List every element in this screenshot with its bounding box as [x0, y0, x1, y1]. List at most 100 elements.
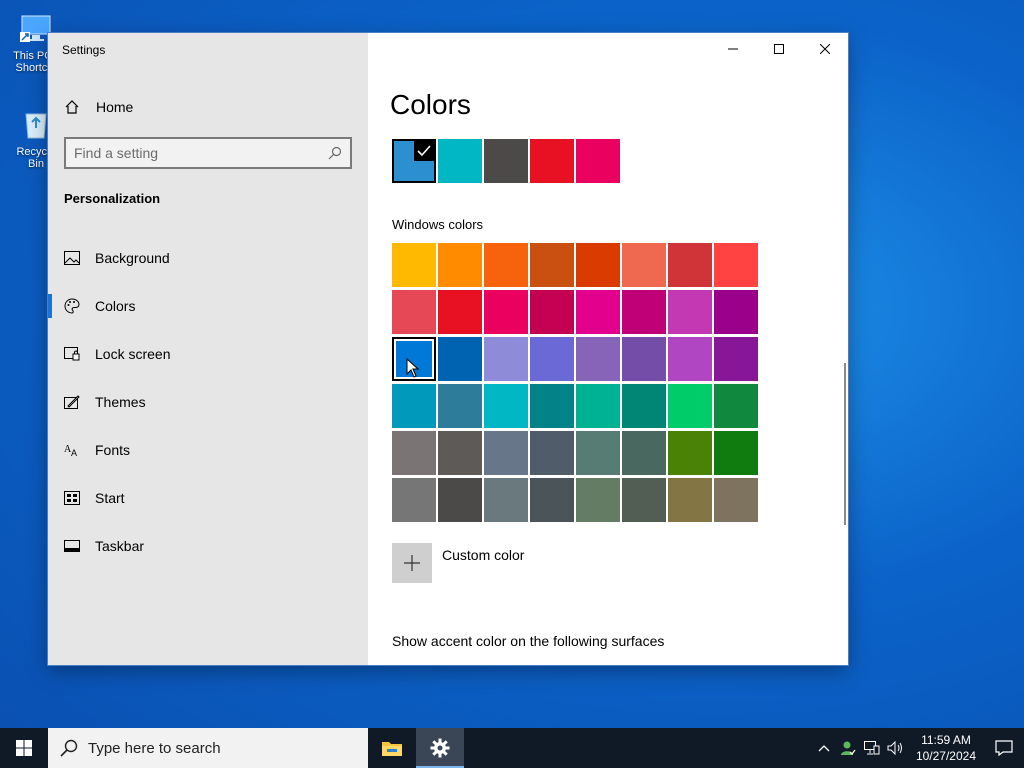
- taskbar-search[interactable]: Type here to search: [48, 728, 368, 768]
- personalization-nav: Background Colors Lock screen Themes AA …: [48, 234, 368, 570]
- nav-item-lock-screen[interactable]: Lock screen: [48, 330, 368, 378]
- windows-color-swatch[interactable]: [438, 431, 482, 475]
- windows-color-swatch[interactable]: [714, 337, 758, 381]
- network-icon[interactable]: [860, 728, 884, 768]
- recent-color-swatch[interactable]: [438, 139, 482, 183]
- recent-color-swatch[interactable]: [576, 139, 620, 183]
- recent-colors: [392, 139, 620, 183]
- windows-color-swatch[interactable]: [668, 290, 712, 334]
- windows-color-swatch[interactable]: [392, 290, 436, 334]
- taskbar-search-placeholder: Type here to search: [88, 739, 221, 757]
- windows-color-swatch[interactable]: [438, 337, 482, 381]
- windows-color-swatch[interactable]: [392, 478, 436, 522]
- windows-colors-label: Windows colors: [392, 217, 484, 232]
- windows-color-swatch[interactable]: [668, 431, 712, 475]
- start-button[interactable]: [0, 728, 48, 768]
- windows-color-swatch[interactable]: [484, 384, 528, 428]
- recent-color-swatch[interactable]: [392, 139, 436, 183]
- page-title: Colors: [390, 89, 471, 120]
- windows-color-swatch[interactable]: [484, 431, 528, 475]
- add-icon: [392, 543, 432, 583]
- windows-color-swatch[interactable]: [576, 384, 620, 428]
- windows-color-swatch[interactable]: [438, 478, 482, 522]
- windows-color-swatch[interactable]: [576, 290, 620, 334]
- nav-item-start[interactable]: Start: [48, 474, 368, 522]
- themes-icon: [64, 394, 80, 410]
- windows-color-swatch[interactable]: [530, 290, 574, 334]
- nav-item-taskbar[interactable]: Taskbar: [48, 522, 368, 570]
- system-tray: 11:59 AM 10/27/2024: [812, 728, 1024, 768]
- windows-color-swatch[interactable]: [622, 290, 666, 334]
- start-icon: [64, 490, 80, 506]
- windows-color-swatch[interactable]: [714, 478, 758, 522]
- windows-color-swatch[interactable]: [714, 243, 758, 287]
- nav-item-label: Lock screen: [95, 346, 171, 362]
- background-icon: [64, 250, 80, 266]
- custom-color-label: Custom color: [442, 547, 525, 563]
- palette-icon: [64, 298, 80, 314]
- windows-color-swatch[interactable]: [714, 384, 758, 428]
- minimize-icon: [728, 48, 738, 50]
- windows-color-swatch[interactable]: [668, 478, 712, 522]
- nav-item-background[interactable]: Background: [48, 234, 368, 282]
- nav-item-themes[interactable]: Themes: [48, 378, 368, 426]
- home-nav-item[interactable]: Home: [64, 95, 133, 119]
- clock-time: 11:59 AM: [921, 733, 971, 747]
- recent-color-swatch[interactable]: [530, 139, 574, 183]
- windows-color-swatch[interactable]: [576, 478, 620, 522]
- search-icon[interactable]: [328, 146, 342, 160]
- maximize-button[interactable]: [756, 33, 802, 65]
- windows-color-swatch[interactable]: [438, 290, 482, 334]
- settings-gear-icon: [430, 738, 450, 758]
- find-setting-input[interactable]: [74, 145, 328, 161]
- windows-color-swatch[interactable]: [668, 337, 712, 381]
- notification-button[interactable]: [984, 728, 1024, 768]
- sidebar: Settings Home Personalization Background…: [48, 33, 368, 665]
- windows-color-swatch[interactable]: [392, 243, 436, 287]
- windows-color-swatch[interactable]: [622, 384, 666, 428]
- custom-color-button[interactable]: Custom color: [392, 543, 524, 583]
- lock-screen-icon: [64, 346, 80, 362]
- windows-color-swatch[interactable]: [530, 337, 574, 381]
- nav-item-fonts[interactable]: AA Fonts: [48, 426, 368, 474]
- main-content: Colors Windows colors Custom color Show …: [368, 33, 848, 665]
- windows-color-swatch[interactable]: [622, 478, 666, 522]
- scrollbar[interactable]: [844, 363, 846, 525]
- volume-icon[interactable]: [884, 728, 908, 768]
- windows-color-swatch[interactable]: [392, 384, 436, 428]
- windows-color-swatch[interactable]: [576, 431, 620, 475]
- taskbar-app-file-explorer[interactable]: [368, 728, 416, 768]
- windows-color-swatch[interactable]: [622, 337, 666, 381]
- minimize-button[interactable]: [710, 33, 756, 65]
- windows-color-swatch[interactable]: [576, 337, 620, 381]
- chevron-up-icon[interactable]: [812, 728, 836, 768]
- windows-color-swatch[interactable]: [530, 243, 574, 287]
- windows-color-swatch[interactable]: [392, 431, 436, 475]
- windows-color-swatch[interactable]: [530, 478, 574, 522]
- windows-color-swatch[interactable]: [622, 431, 666, 475]
- taskbar-app-settings[interactable]: [416, 728, 464, 768]
- windows-color-swatch[interactable]: [530, 431, 574, 475]
- windows-color-swatch[interactable]: [530, 384, 574, 428]
- windows-color-swatch[interactable]: [576, 243, 620, 287]
- clock[interactable]: 11:59 AM 10/27/2024: [908, 732, 984, 764]
- windows-color-swatch[interactable]: [714, 431, 758, 475]
- nav-item-label: Taskbar: [95, 538, 145, 554]
- people-icon[interactable]: [836, 728, 860, 768]
- windows-color-swatch[interactable]: [484, 290, 528, 334]
- close-icon: [820, 44, 830, 54]
- windows-color-swatch[interactable]: [714, 290, 758, 334]
- windows-color-swatch[interactable]: [438, 243, 482, 287]
- windows-color-swatch[interactable]: [484, 478, 528, 522]
- windows-color-swatch[interactable]: [622, 243, 666, 287]
- windows-color-swatch[interactable]: [484, 337, 528, 381]
- windows-color-swatch[interactable]: [438, 384, 482, 428]
- windows-color-swatch[interactable]: [484, 243, 528, 287]
- close-button[interactable]: [802, 33, 848, 65]
- nav-item-label: Background: [95, 250, 170, 266]
- windows-color-swatch[interactable]: [668, 243, 712, 287]
- nav-item-colors[interactable]: Colors: [48, 282, 368, 330]
- find-setting-box[interactable]: [64, 137, 352, 169]
- windows-color-swatch[interactable]: [668, 384, 712, 428]
- recent-color-swatch[interactable]: [484, 139, 528, 183]
